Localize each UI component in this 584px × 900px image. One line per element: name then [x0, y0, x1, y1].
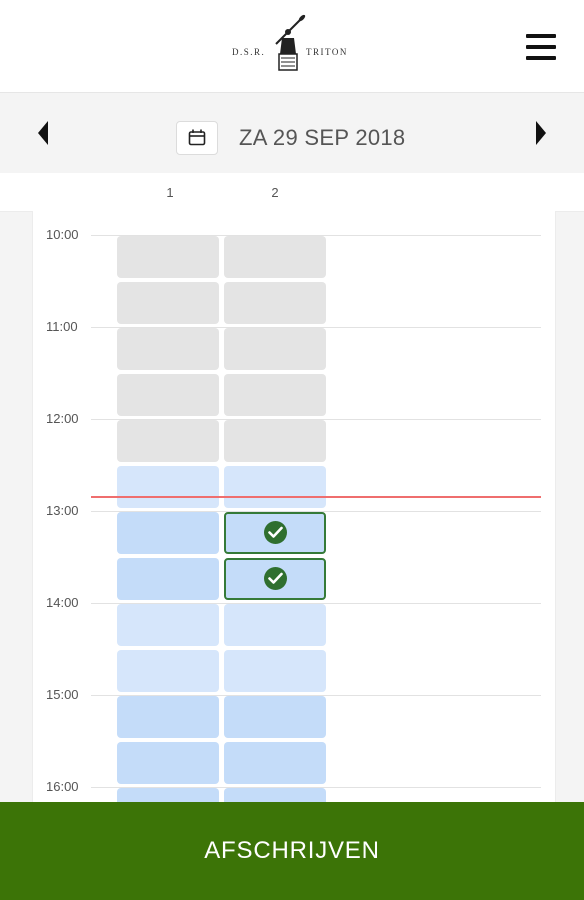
hour-label: 12:00	[46, 411, 79, 426]
schedule-grid[interactable]: 10:00 11:00 12:00 13:00 14:00 15:00 16:00	[32, 211, 556, 811]
logo-right-text: TRITON	[306, 47, 348, 57]
time-slot[interactable]	[224, 236, 326, 278]
time-slot[interactable]	[117, 282, 219, 324]
time-slot[interactable]	[224, 282, 326, 324]
column-label-1: 1	[166, 185, 174, 200]
time-slot[interactable]	[117, 236, 219, 278]
time-slot[interactable]	[224, 420, 326, 462]
time-slot[interactable]	[117, 420, 219, 462]
time-slot[interactable]	[224, 374, 326, 416]
hour-label: 13:00	[46, 503, 79, 518]
hour-label: 14:00	[46, 595, 79, 610]
date-navigation-bar: ZA 29 SEP 2018	[0, 93, 584, 173]
time-slot[interactable]	[224, 742, 326, 784]
time-slot[interactable]	[117, 650, 219, 692]
booked-slot[interactable]	[224, 512, 326, 554]
current-date-label: ZA 29 SEP 2018	[239, 125, 406, 150]
time-slot[interactable]	[224, 328, 326, 370]
triton-logo[interactable]: D.S.R. TRITON	[232, 14, 354, 76]
menu-button[interactable]	[518, 30, 564, 64]
date-picker-button[interactable]	[176, 121, 218, 155]
rower-figure-icon	[275, 14, 306, 71]
time-slot[interactable]	[117, 374, 219, 416]
time-slot[interactable]	[117, 558, 219, 600]
boat-column-header: 1 2	[0, 173, 584, 212]
hamburger-icon-bar	[526, 45, 556, 49]
hamburger-icon-bar	[526, 56, 556, 60]
hour-label: 11:00	[46, 319, 78, 334]
hour-label: 15:00	[46, 687, 79, 702]
hour-label: 10:00	[46, 227, 79, 242]
time-slot[interactable]	[224, 696, 326, 738]
time-slot[interactable]	[117, 604, 219, 646]
time-slot[interactable]	[117, 328, 219, 370]
time-slot[interactable]	[117, 512, 219, 554]
current-time-line	[91, 496, 541, 498]
booked-slot[interactable]	[224, 558, 326, 600]
app-header: D.S.R. TRITON	[0, 0, 584, 93]
column-label-2: 2	[271, 185, 279, 200]
hour-label: 16:00	[46, 779, 79, 794]
caret-left-icon	[38, 121, 48, 145]
time-slot[interactable]	[117, 696, 219, 738]
time-slot[interactable]	[224, 604, 326, 646]
time-slot[interactable]	[224, 466, 326, 508]
check-circle-icon	[264, 521, 287, 544]
calendar-icon	[188, 129, 206, 146]
time-slot[interactable]	[117, 742, 219, 784]
book-button[interactable]: AFSCHRIJVEN	[0, 802, 584, 900]
next-day-button[interactable]	[526, 113, 556, 153]
time-slot[interactable]	[117, 466, 219, 508]
logo-left-text: D.S.R.	[232, 47, 266, 57]
hamburger-icon	[526, 34, 556, 38]
caret-right-icon	[536, 121, 546, 145]
previous-day-button[interactable]	[30, 113, 60, 153]
check-circle-icon	[264, 567, 287, 590]
time-slot[interactable]	[224, 650, 326, 692]
